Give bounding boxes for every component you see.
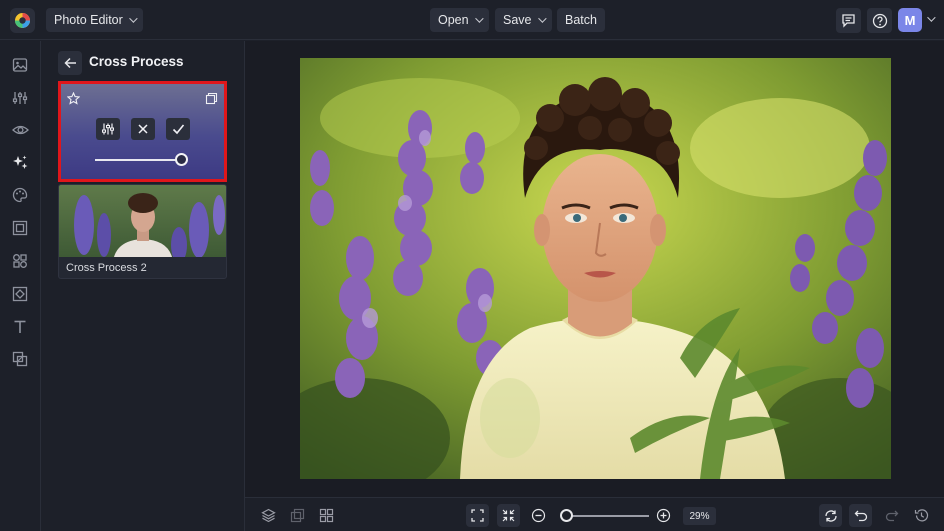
collapse-icon bbox=[502, 509, 515, 522]
favorite-star-icon[interactable] bbox=[66, 91, 81, 110]
history-icon[interactable] bbox=[910, 504, 933, 527]
tool-rail bbox=[0, 41, 41, 531]
bottom-toolbar: 29% bbox=[245, 497, 944, 531]
sliders-icon bbox=[102, 123, 114, 135]
top-bar: Photo Editor Open Save Batch M bbox=[0, 0, 944, 40]
help-button[interactable] bbox=[867, 8, 892, 33]
preset-card[interactable]: Cross Process 2 bbox=[58, 184, 227, 279]
help-icon bbox=[872, 13, 887, 28]
effect-settings-button[interactable] bbox=[96, 118, 120, 140]
refresh-icon bbox=[824, 509, 837, 522]
actual-size-button[interactable] bbox=[497, 504, 520, 527]
redo-icon[interactable] bbox=[880, 504, 903, 527]
avatar-initial: M bbox=[904, 12, 916, 28]
frame-icon[interactable] bbox=[10, 218, 30, 238]
zoom-out-icon[interactable] bbox=[527, 504, 550, 527]
rotate-button[interactable] bbox=[819, 504, 842, 527]
open-label: Open bbox=[438, 13, 469, 27]
palette-icon[interactable] bbox=[10, 185, 30, 205]
adjust-icon[interactable] bbox=[10, 88, 30, 108]
text-icon[interactable] bbox=[10, 317, 30, 337]
batch-button[interactable]: Batch bbox=[557, 8, 605, 32]
panel-title: Cross Process bbox=[89, 54, 184, 69]
photo-canvas[interactable] bbox=[300, 58, 891, 479]
texture-icon[interactable] bbox=[10, 284, 30, 304]
overlay-icon[interactable] bbox=[10, 349, 30, 369]
zoom-value[interactable]: 29% bbox=[683, 507, 716, 525]
fit-screen-button[interactable] bbox=[466, 504, 489, 527]
zoom-slider-track[interactable] bbox=[561, 515, 649, 517]
app-logo[interactable] bbox=[10, 8, 35, 33]
effects-icon[interactable] bbox=[10, 152, 30, 172]
close-icon bbox=[138, 124, 148, 134]
undo-button[interactable] bbox=[849, 504, 872, 527]
undo-icon bbox=[854, 510, 867, 522]
active-effect-card bbox=[58, 81, 227, 182]
cancel-effect-button[interactable] bbox=[131, 118, 155, 140]
zoom-slider-handle[interactable] bbox=[560, 509, 574, 522]
logo-icon bbox=[15, 13, 30, 28]
comments-button[interactable] bbox=[836, 8, 861, 33]
zoom-in-icon[interactable] bbox=[652, 504, 675, 527]
preset-thumbnail bbox=[59, 185, 226, 257]
apply-effect-button[interactable] bbox=[166, 118, 190, 140]
photo-editor-app: Photo Editor Open Save Batch M Cross Pro… bbox=[0, 0, 944, 531]
comment-icon bbox=[842, 14, 855, 28]
effects-panel: Cross Process Cross Process 2 bbox=[41, 41, 245, 531]
intensity-slider-handle[interactable] bbox=[175, 153, 188, 166]
image-icon[interactable] bbox=[10, 55, 30, 75]
user-avatar[interactable]: M bbox=[898, 8, 922, 32]
canvas-area bbox=[245, 41, 944, 497]
edited-photo bbox=[300, 58, 891, 479]
eye-icon[interactable] bbox=[10, 120, 30, 140]
batch-label: Batch bbox=[565, 13, 597, 27]
expand-icon bbox=[471, 509, 484, 522]
chevron-down-icon bbox=[474, 14, 484, 23]
open-dropdown[interactable]: Open bbox=[430, 8, 489, 32]
save-dropdown[interactable]: Save bbox=[495, 8, 552, 32]
check-icon bbox=[172, 124, 184, 135]
layers-icon[interactable] bbox=[257, 504, 280, 527]
duplicate-icon[interactable] bbox=[205, 92, 218, 110]
save-label: Save bbox=[503, 13, 532, 27]
compare-icon[interactable] bbox=[286, 504, 309, 527]
back-button[interactable] bbox=[58, 51, 82, 75]
preset-label: Cross Process 2 bbox=[66, 262, 147, 274]
intensity-slider-track[interactable] bbox=[95, 159, 181, 161]
chevron-down-icon bbox=[128, 14, 138, 23]
app-menu-dropdown[interactable]: Photo Editor bbox=[46, 8, 143, 32]
arrow-left-icon bbox=[63, 57, 76, 69]
chevron-down-icon bbox=[537, 14, 547, 23]
graphics-icon[interactable] bbox=[10, 251, 30, 271]
app-menu-label: Photo Editor bbox=[54, 13, 123, 27]
grid-view-icon[interactable] bbox=[315, 504, 338, 527]
account-chevron-icon[interactable] bbox=[927, 13, 936, 22]
